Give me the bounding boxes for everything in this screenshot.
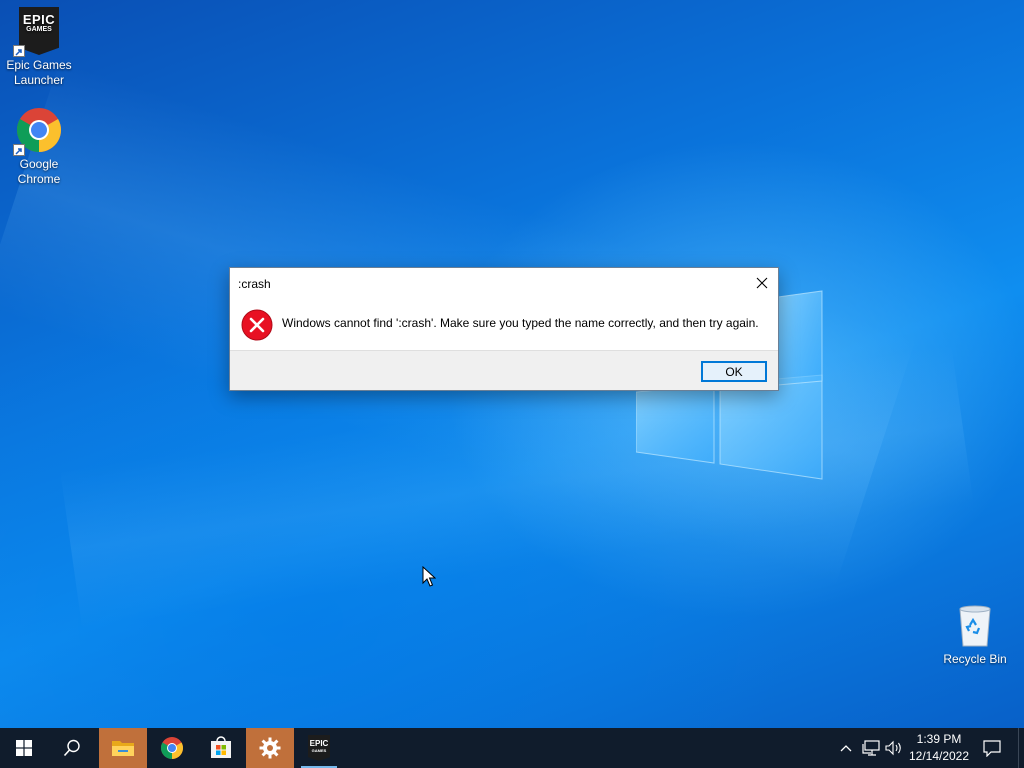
dialog-footer: OK — [230, 350, 778, 390]
speaker-icon — [885, 740, 901, 756]
start-button[interactable] — [0, 728, 48, 768]
desktop-icon-google-chrome[interactable]: Google Chrome — [1, 106, 77, 187]
epic-games-icon: EPIC GAMES — [308, 735, 330, 761]
dialog-message: Windows cannot find ':crash'. Make sure … — [282, 316, 759, 330]
volume-button[interactable] — [884, 728, 904, 768]
chrome-icon — [13, 106, 63, 156]
store-icon — [211, 736, 231, 758]
clock-date: 12/14/2022 — [908, 749, 970, 763]
search-button[interactable] — [48, 728, 96, 768]
epic-logo-text: EPIC — [22, 12, 56, 27]
shortcut-arrow-icon — [13, 45, 25, 57]
windows-start-icon — [16, 740, 32, 756]
taskbar-settings[interactable] — [246, 728, 294, 768]
dialog-title: :crash — [238, 277, 271, 291]
desktop-icon-recycle-bin[interactable]: Recycle Bin — [937, 601, 1013, 667]
show-hidden-icons-button[interactable] — [836, 728, 856, 768]
taskbar: EPIC GAMES 1:39 PM 12/14/2022 — [0, 728, 1024, 768]
mouse-cursor-icon — [422, 566, 436, 587]
taskbar-epic-games[interactable]: EPIC GAMES — [295, 728, 343, 768]
taskbar-clock[interactable]: 1:39 PM 12/14/2022 — [902, 731, 976, 765]
error-dialog: :crash Windows cannot find ':crash'. Mak… — [229, 267, 779, 391]
shortcut-arrow-icon — [13, 144, 25, 156]
folder-icon — [112, 741, 134, 756]
desktop: EPIC GAMES Epic Games Launcher Google Ch… — [0, 0, 1024, 728]
gear-icon — [259, 737, 281, 759]
desktop-icon-label: Epic Games — [6, 58, 72, 72]
epic-logo-text: EPIC — [309, 739, 329, 748]
dialog-close-button[interactable] — [746, 268, 778, 298]
desktop-icon-label: Launcher — [13, 73, 65, 87]
close-icon — [756, 277, 768, 289]
error-icon — [241, 309, 273, 341]
taskbar-microsoft-store[interactable] — [197, 728, 245, 768]
epic-games-icon: EPIC GAMES — [13, 7, 63, 57]
action-center-button[interactable] — [978, 728, 1006, 768]
taskbar-google-chrome[interactable] — [148, 728, 196, 768]
clock-time: 1:39 PM — [916, 732, 962, 746]
network-button[interactable] — [860, 728, 882, 768]
ok-button[interactable]: OK — [701, 361, 767, 382]
desktop-icon-label: Recycle Bin — [943, 652, 1007, 666]
epic-logo-subtext: GAMES — [311, 748, 327, 753]
chrome-icon — [161, 737, 183, 759]
recycle-bin-icon — [951, 601, 999, 649]
notification-icon — [983, 739, 1001, 757]
dialog-body: Windows cannot find ':crash'. Make sure … — [230, 298, 778, 350]
desktop-icon-epic-games[interactable]: EPIC GAMES Epic Games Launcher — [1, 7, 77, 88]
network-icon — [862, 740, 880, 756]
taskbar-file-explorer[interactable] — [99, 728, 147, 768]
epic-logo-subtext: GAMES — [26, 26, 52, 33]
show-desktop-button[interactable] — [1018, 728, 1024, 768]
desktop-icon-label: Google — [19, 157, 59, 171]
chevron-up-icon — [840, 745, 852, 752]
search-icon — [63, 739, 80, 757]
desktop-icon-label: Chrome — [17, 172, 61, 186]
